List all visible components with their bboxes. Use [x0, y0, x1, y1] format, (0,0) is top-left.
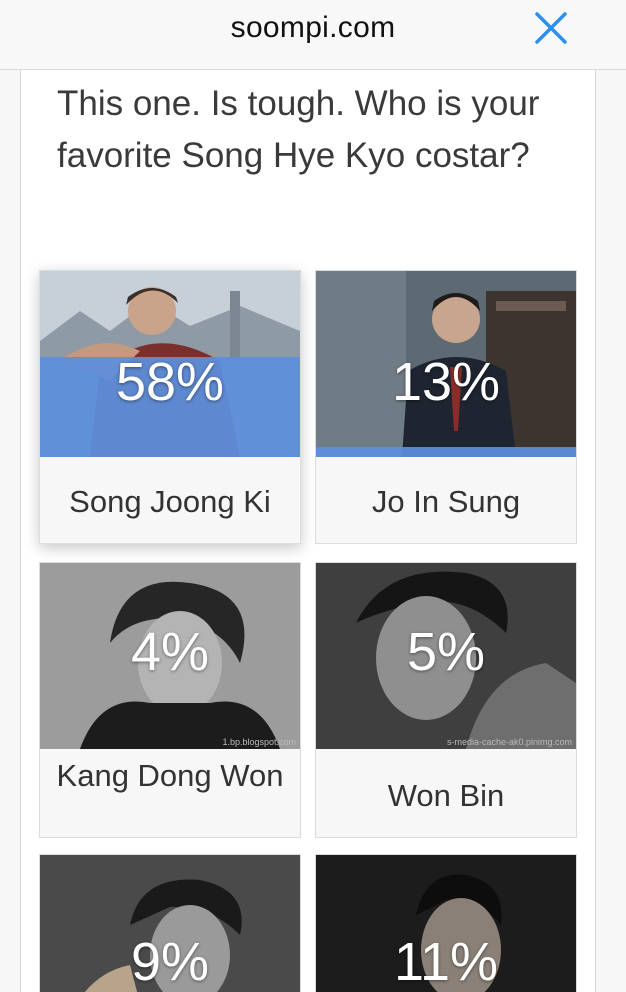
close-icon[interactable]	[531, 8, 571, 48]
vote-share-bar	[316, 447, 576, 457]
option-photo: 11%	[316, 855, 576, 992]
poll-container: This one. Is tough. Who is your favorite…	[20, 70, 596, 992]
vote-percent: 9%	[130, 932, 210, 992]
poll-option-jo-in-sung[interactable]: 13% Jo In Sung	[315, 270, 577, 544]
option-photo: 5% s-media-cache-ak0.pinimg.com	[316, 563, 576, 749]
poll-option-song-joong-ki[interactable]: 58% Song Joong Ki	[39, 270, 301, 544]
vote-percent: 58%	[115, 352, 225, 412]
poll-option-won-bin[interactable]: 5% s-media-cache-ak0.pinimg.com Won Bin	[315, 562, 577, 838]
vote-percent: 13%	[391, 352, 501, 412]
browser-top-bar: soompi.com	[0, 0, 626, 70]
vote-percent: 5%	[406, 622, 486, 682]
option-photo: 13%	[316, 271, 576, 457]
poll-option-6[interactable]: 11%	[315, 854, 577, 992]
option-photo: 58%	[40, 271, 300, 457]
poll-option-kang-dong-won[interactable]: 4% 1.bp.blogspot.com Kang Dong Won	[39, 562, 301, 838]
image-source-watermark: 1.bp.blogspot.com	[222, 737, 296, 747]
option-photo: 4% 1.bp.blogspot.com	[40, 563, 300, 749]
option-name: Kang Dong Won	[56, 758, 284, 793]
poll-option-5[interactable]: 9%	[39, 854, 301, 992]
vote-percent: 11%	[393, 932, 499, 992]
option-photo: 9%	[40, 855, 300, 992]
option-name: Song Joong Ki	[69, 484, 271, 519]
close-button[interactable]	[531, 8, 571, 48]
option-name: Jo In Sung	[371, 484, 521, 519]
poll-question: This one. Is tough. Who is your favorite…	[57, 84, 540, 175]
vote-percent: 4%	[130, 622, 210, 682]
image-source-watermark: s-media-cache-ak0.pinimg.com	[446, 737, 572, 747]
option-name: Won Bin	[387, 778, 505, 813]
